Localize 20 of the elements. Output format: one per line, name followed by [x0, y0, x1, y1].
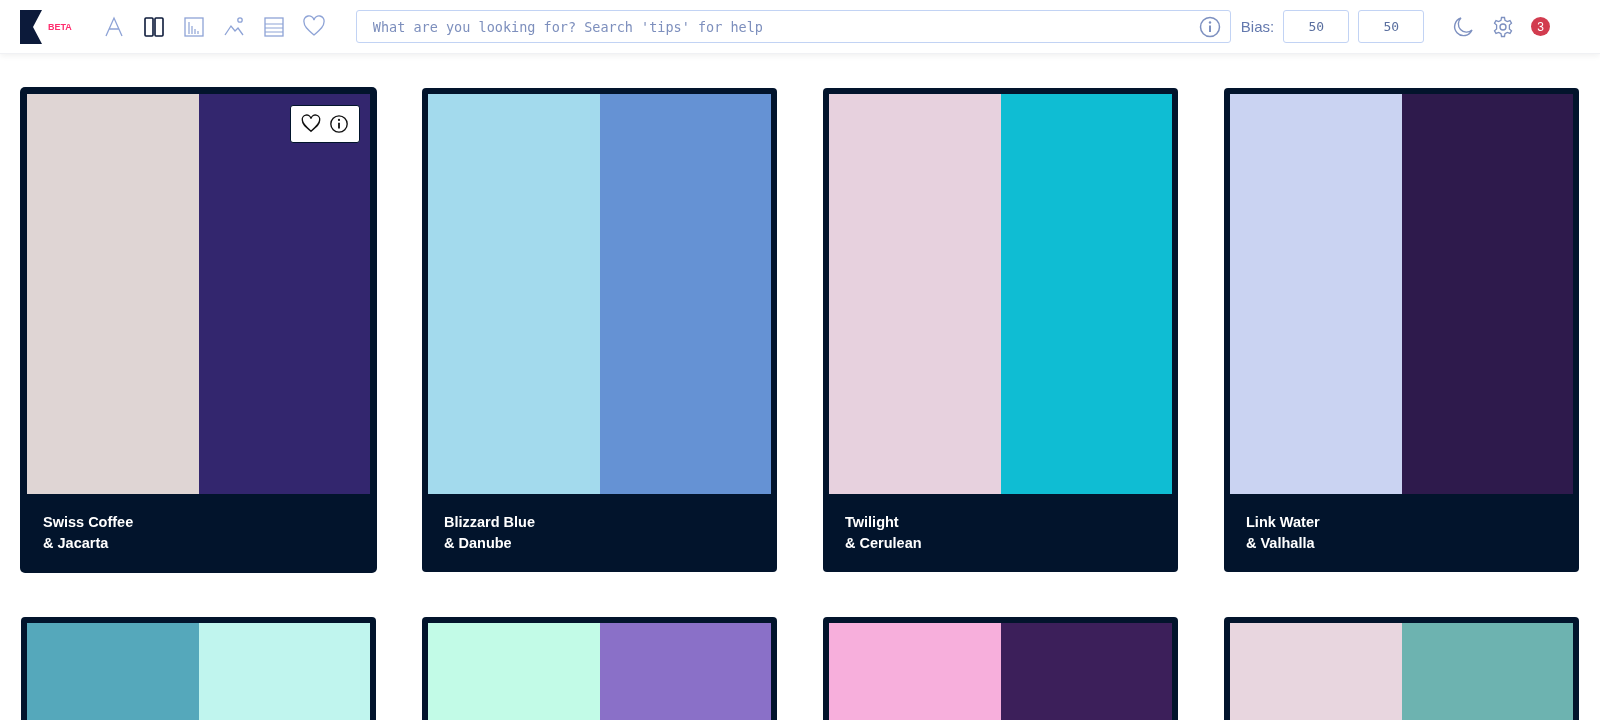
columns-icon[interactable] — [141, 14, 166, 39]
settings-icon[interactable] — [1492, 15, 1515, 38]
bias-input[interactable]: 50 — [1283, 10, 1350, 43]
palette-name: Blizzard Blue & Danube — [443, 513, 537, 553]
bias-label: Bias: — [1240, 18, 1275, 35]
beta-label: BETA — [48, 21, 72, 32]
heart-icon[interactable] — [301, 114, 321, 134]
palette-card[interactable]: Blizzard Blue & Danube — [422, 88, 777, 572]
search-field[interactable]: What are you looking for? Search 'tips' for help — [355, 10, 1231, 43]
logo-icon[interactable] — [20, 9, 42, 44]
palette-name: Twilight & Cerulean — [844, 513, 923, 553]
bias-input[interactable]: 50 — [1358, 10, 1425, 43]
palette-card[interactable]: Link Water & Valhalla — [1224, 88, 1579, 572]
info-icon[interactable] — [329, 114, 349, 134]
palette-name: Swiss Coffee & Jacarta — [42, 513, 135, 553]
moon-icon[interactable] — [1452, 15, 1475, 38]
palette-name: Link Water & Valhalla — [1245, 513, 1321, 553]
notification-badge[interactable]: 3 — [1531, 17, 1551, 36]
palette-card[interactable]: Swiss Coffee & Jacarta — [21, 88, 376, 572]
palette-card[interactable]: Twilight & Cerulean — [823, 88, 1178, 572]
